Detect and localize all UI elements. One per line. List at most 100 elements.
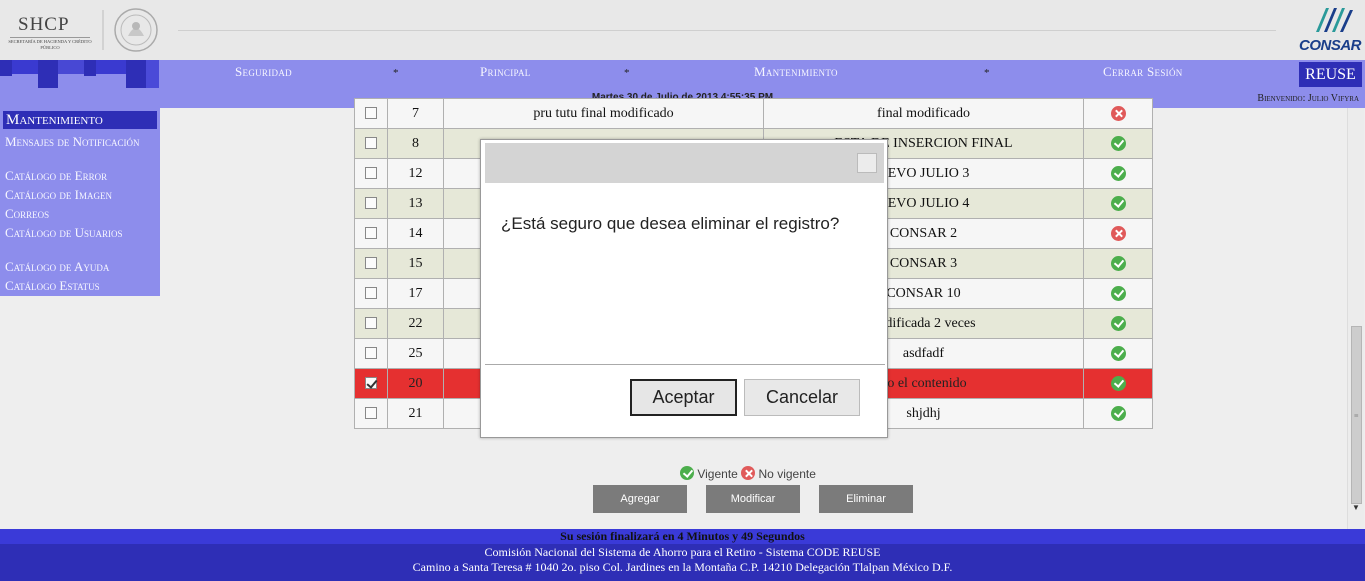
sidebar-item-catalogo-error[interactable]: Catálogo de Error (5, 169, 155, 183)
add-button[interactable]: Agregar (593, 485, 687, 513)
row-checkbox-cell[interactable] (354, 128, 388, 159)
row-id: 22 (387, 308, 444, 339)
header: SHCP SECRETARÍA DE HACIENDA Y CRÉDITO PÚ… (0, 0, 1365, 60)
valid-status-icon (1110, 345, 1126, 361)
valid-status-icon (1110, 315, 1126, 331)
row-status-cell (1083, 218, 1153, 249)
decorative-blocks (0, 60, 160, 88)
row-id: 8 (387, 128, 444, 159)
row-status-cell (1083, 368, 1153, 399)
row-checkbox[interactable] (365, 167, 377, 180)
row-checkbox-cell[interactable] (354, 278, 388, 309)
row-status-cell (1083, 158, 1153, 189)
row-checkbox-cell[interactable] (354, 98, 388, 129)
sidebar-item-catalogo-usuarios[interactable]: Catálogo de Usuarios (5, 226, 155, 240)
row-checkbox[interactable] (365, 137, 377, 150)
consar-logo-text: CONSAR (1299, 37, 1362, 54)
valid-status-icon (1110, 195, 1126, 211)
row-checkbox[interactable] (365, 347, 377, 360)
scrollbar-thumb[interactable]: ≡ (1351, 326, 1362, 504)
row-id: 20 (387, 368, 444, 399)
row-status-cell (1083, 308, 1153, 339)
row-status-cell (1083, 188, 1153, 219)
legend-valid-label: Vigente (697, 467, 738, 481)
consar-emblem-icon (1316, 8, 1353, 32)
footer-address: Camino a Santa Teresa # 1040 2o. piso Co… (412, 560, 953, 574)
row-checkbox[interactable] (365, 287, 377, 300)
confirm-delete-dialog: ¿Está seguro que desea eliminar el regis… (480, 139, 888, 438)
row-checkbox[interactable] (365, 197, 377, 210)
status-legend: Vigente No vigente (680, 466, 816, 481)
nav-item-seguridad[interactable]: Seguridad (235, 64, 292, 80)
valid-status-icon (1110, 165, 1126, 181)
row-checkbox-cell[interactable] (354, 338, 388, 369)
sidebar-item-catalogo-imagen[interactable]: Catálogo de Imagen (5, 188, 155, 202)
sidebar-item-correos[interactable]: Correos (5, 207, 155, 221)
row-id: 21 (387, 398, 444, 429)
row-id: 14 (387, 218, 444, 249)
row-checkbox-cell[interactable] (354, 158, 388, 189)
dialog-titlebar (485, 143, 884, 183)
cancel-button[interactable]: Cancelar (744, 379, 860, 416)
row-status-cell (1083, 398, 1153, 429)
nav-item-mantenimiento[interactable]: Mantenimiento (754, 64, 838, 80)
delete-button[interactable]: Eliminar (819, 485, 913, 513)
row-checkbox-cell[interactable] (354, 368, 388, 399)
row-content: final modificado (763, 98, 1084, 129)
row-status-cell (1083, 278, 1153, 309)
row-status-cell (1083, 248, 1153, 279)
scroll-grip-icon: ≡ (1354, 411, 1359, 420)
vertical-scrollbar[interactable]: ≡ ▼ (1347, 108, 1364, 530)
shcp-logo-text: SHCP (18, 14, 70, 35)
row-id: 12 (387, 158, 444, 189)
row-checkbox[interactable] (365, 107, 377, 120)
row-checkbox-cell[interactable] (354, 308, 388, 339)
row-checkbox[interactable] (365, 407, 377, 420)
sidebar: Mantenimiento Mensajes de Notificación C… (0, 108, 160, 296)
valid-status-icon (1110, 135, 1126, 151)
row-status-cell (1083, 128, 1153, 159)
row-description: pru tutu final modificado (443, 98, 764, 129)
table-row[interactable]: 7 pru tutu final modificado final modifica… (354, 98, 1153, 129)
row-checkbox-cell[interactable] (354, 398, 388, 429)
nav-separator: * (393, 67, 399, 79)
valid-status-icon (680, 466, 694, 480)
sidebar-item-catalogo-ayuda[interactable]: Catálogo de Ayuda (5, 260, 155, 274)
nav-separator: * (984, 67, 990, 79)
modify-button[interactable]: Modificar (706, 485, 800, 513)
row-checkbox[interactable] (365, 377, 377, 390)
sidebar-item-mensajes[interactable]: Mensajes de Notificación (5, 135, 155, 149)
row-checkbox-cell[interactable] (354, 218, 388, 249)
row-id: 7 (387, 98, 444, 129)
nav-item-cerrar-sesion[interactable]: Cerrar Sesión (1103, 64, 1183, 80)
scroll-down-arrow-icon[interactable]: ▼ (1352, 503, 1360, 512)
reuse-badge: REUSE (1299, 62, 1362, 87)
dialog-close-button[interactable] (857, 153, 877, 173)
national-seal-icon (102, 8, 158, 52)
row-id: 15 (387, 248, 444, 279)
nav-separator: * (624, 67, 630, 79)
invalid-status-icon (1110, 105, 1126, 121)
sidebar-item-catalogo-estatus[interactable]: Catálogo Estatus (5, 279, 155, 293)
accept-button[interactable]: Aceptar (630, 379, 737, 416)
valid-status-icon (1110, 375, 1126, 391)
valid-status-icon (1110, 405, 1126, 421)
consar-logo: CONSAR (1296, 4, 1364, 58)
row-status-cell (1083, 338, 1153, 369)
valid-status-icon (1110, 285, 1126, 301)
row-checkbox[interactable] (365, 317, 377, 330)
shcp-logo: SHCP SECRETARÍA DE HACIENDA Y CRÉDITO PÚ… (6, 12, 96, 52)
row-checkbox-cell[interactable] (354, 248, 388, 279)
legend-invalid-label: No vigente (758, 467, 816, 481)
row-status-cell (1083, 98, 1153, 129)
sidebar-title: Mantenimiento (3, 111, 157, 129)
session-timer: Su sesión finalizará en 4 Minutos y 49 S… (0, 529, 1365, 544)
row-checkbox-cell[interactable] (354, 188, 388, 219)
welcome-user: Bienvenido: Julio Vifyra (1257, 93, 1359, 104)
footer-institution: Comisión Nacional del Sistema de Ahorro … (484, 545, 881, 559)
invalid-status-icon (1110, 225, 1126, 241)
row-checkbox[interactable] (365, 227, 377, 240)
row-checkbox[interactable] (365, 257, 377, 270)
row-id: 17 (387, 278, 444, 309)
nav-item-principal[interactable]: Principal (480, 64, 531, 80)
